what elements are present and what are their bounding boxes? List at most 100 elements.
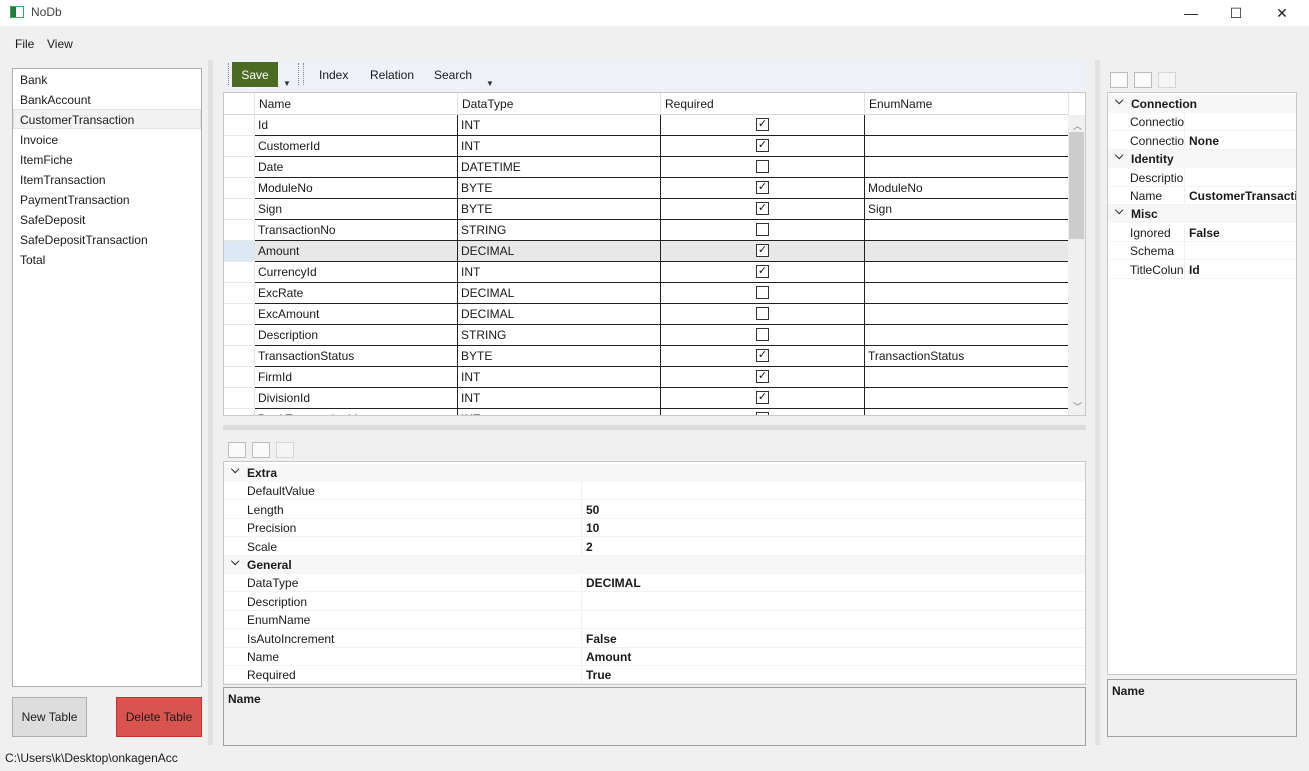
name-cell[interactable]: ExcRate (255, 283, 458, 304)
property-row[interactable]: Precision 10 (224, 519, 1085, 538)
table-list-item[interactable]: BankAccount (13, 89, 201, 109)
column-header-datatype[interactable]: DataType (458, 93, 661, 115)
property-row[interactable]: TitleColun Id (1108, 260, 1296, 279)
index-button[interactable]: Index (319, 68, 348, 82)
table-row[interactable]: TransactionStatus BYTE ✓ TransactionStatus (224, 346, 1069, 367)
name-cell[interactable]: BankTransactionId (255, 409, 458, 415)
row-header[interactable] (224, 241, 255, 262)
table-list-item[interactable]: Invoice (13, 129, 201, 149)
row-header[interactable] (224, 136, 255, 157)
row-header[interactable] (224, 157, 255, 178)
property-category[interactable]: ⌵ Connection (1108, 95, 1296, 113)
required-cell[interactable]: ✓ (661, 199, 865, 220)
table-row[interactable]: CustomerId INT ✓ (224, 136, 1069, 157)
table-row[interactable]: Id INT ✓ (224, 115, 1069, 136)
property-row[interactable]: Name CustomerTransacti (1108, 187, 1296, 205)
name-cell[interactable]: Date (255, 157, 458, 178)
property-row[interactable]: Name Amount (224, 648, 1085, 666)
property-pages-icon[interactable] (1158, 72, 1176, 88)
scroll-down-icon[interactable]: ﹀ (1073, 400, 1082, 413)
property-value[interactable]: DECIMAL (581, 574, 641, 593)
property-row[interactable]: DataType DECIMAL (224, 574, 1085, 593)
categorized-icon[interactable] (1110, 72, 1128, 88)
enum-cell[interactable] (865, 220, 1069, 241)
columns-grid[interactable]: Name DataType Required EnumName Id INT ✓ Cu… (223, 92, 1086, 416)
row-header[interactable] (224, 199, 255, 220)
table-list-item[interactable]: ItemTransaction (13, 169, 201, 189)
name-cell[interactable]: DivisionId (255, 388, 458, 409)
table-row[interactable]: Sign BYTE ✓ Sign (224, 199, 1069, 220)
property-value[interactable]: False (581, 629, 617, 648)
type-cell[interactable]: INT (458, 115, 661, 136)
required-cell[interactable] (661, 283, 865, 304)
required-cell[interactable]: ✓ (661, 367, 865, 388)
horizontal-splitter[interactable] (223, 425, 1086, 430)
type-cell[interactable]: BYTE (458, 178, 661, 199)
required-cell[interactable] (661, 220, 865, 241)
required-checkbox[interactable]: ✓ (756, 118, 769, 131)
chevron-down-icon[interactable]: ⌵ (231, 553, 239, 571)
property-value[interactable]: 2 (581, 537, 593, 556)
required-cell[interactable]: ✓ (661, 115, 865, 136)
table-list-item[interactable]: SafeDeposit (13, 209, 201, 229)
enum-cell[interactable]: Sign (865, 199, 1069, 220)
type-cell[interactable]: DATETIME (458, 157, 661, 178)
name-cell[interactable]: CustomerId (255, 136, 458, 157)
property-value[interactable]: 50 (581, 500, 599, 519)
enum-cell[interactable]: TransactionStatus (865, 346, 1069, 367)
required-checkbox[interactable]: ✓ (756, 202, 769, 215)
property-category[interactable]: ⌵ Identity (1108, 147, 1296, 169)
required-checkbox[interactable] (756, 412, 769, 415)
table-list-item[interactable]: SafeDepositTransaction (13, 229, 201, 249)
chevron-down-icon[interactable]: ▼ (486, 79, 494, 88)
property-value[interactable]: False (1184, 223, 1220, 242)
row-header[interactable] (224, 283, 255, 304)
name-cell[interactable]: FirmId (255, 367, 458, 388)
property-row[interactable]: EnumName (224, 611, 1085, 630)
grid-scroll-thumb[interactable] (1069, 132, 1084, 239)
maximize-button[interactable]: ☐ (1213, 0, 1259, 26)
enum-cell[interactable]: ModuleNo (865, 178, 1069, 199)
row-header[interactable] (224, 367, 255, 388)
enum-cell[interactable] (865, 262, 1069, 283)
required-checkbox[interactable]: ✓ (756, 349, 769, 362)
property-value[interactable] (581, 592, 586, 611)
required-cell[interactable] (661, 325, 865, 346)
property-value[interactable] (1184, 168, 1189, 187)
name-cell[interactable]: TransactionNo (255, 220, 458, 241)
scroll-up-icon[interactable]: ︿ (1073, 119, 1082, 132)
enum-cell[interactable] (865, 283, 1069, 304)
table-row[interactable]: TransactionNo STRING (224, 220, 1069, 241)
enum-cell[interactable] (865, 304, 1069, 325)
new-table-button[interactable]: New Table (12, 697, 87, 737)
property-value[interactable] (581, 482, 586, 501)
toolbar-grip[interactable] (228, 63, 230, 85)
row-header[interactable] (224, 262, 255, 283)
chevron-down-icon[interactable]: ⌵ (1115, 147, 1123, 165)
table-row[interactable]: CurrencyId INT ✓ (224, 262, 1069, 283)
enum-cell[interactable] (865, 136, 1069, 157)
property-row[interactable]: Length 50 (224, 500, 1085, 519)
table-list-item[interactable]: CustomerTransaction (13, 109, 201, 129)
save-button[interactable]: Save (232, 62, 278, 87)
required-cell[interactable] (661, 157, 865, 178)
property-row[interactable]: Schema (1108, 242, 1296, 261)
property-value[interactable]: 10 (581, 519, 599, 538)
required-checkbox[interactable]: ✓ (756, 370, 769, 383)
required-checkbox[interactable]: ✓ (756, 391, 769, 404)
name-cell[interactable]: ExcAmount (255, 304, 458, 325)
table-row[interactable]: ExcRate DECIMAL (224, 283, 1069, 304)
row-header[interactable] (224, 304, 255, 325)
chevron-down-icon[interactable]: ⌵ (1115, 93, 1123, 110)
toolbar-grip[interactable] (298, 63, 300, 85)
categorized-icon[interactable] (228, 442, 246, 458)
enum-cell[interactable] (865, 409, 1069, 415)
enum-cell[interactable] (865, 115, 1069, 136)
close-button[interactable]: ✕ (1259, 0, 1305, 26)
relation-button[interactable]: Relation (370, 68, 414, 82)
menu-file[interactable]: File (15, 37, 34, 51)
table-list-item[interactable]: ItemFiche (13, 149, 201, 169)
name-cell[interactable]: ModuleNo (255, 178, 458, 199)
enum-cell[interactable] (865, 241, 1069, 262)
chevron-down-icon[interactable]: ⌵ (231, 462, 239, 479)
